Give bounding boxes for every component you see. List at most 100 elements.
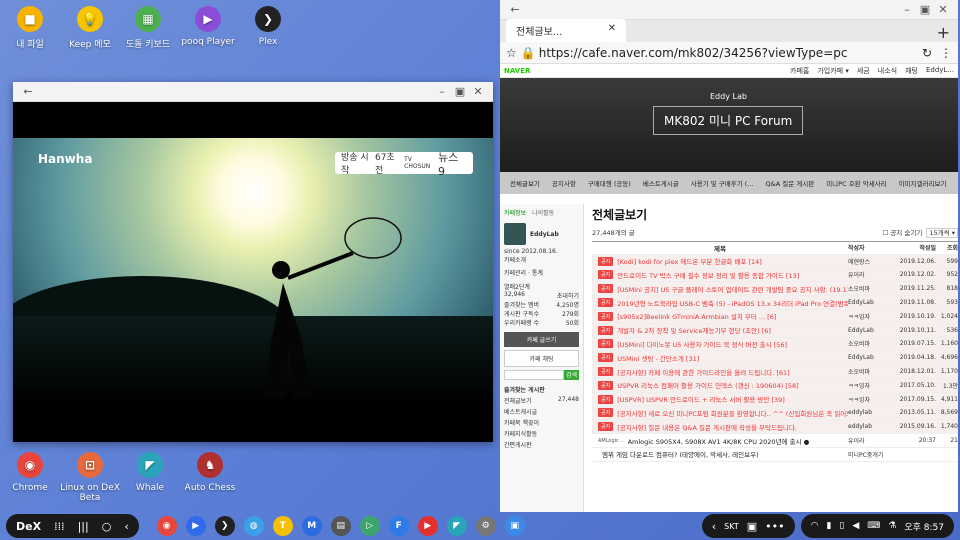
taskbar-app-icon[interactable]: F [388, 516, 409, 536]
table-row[interactable]: AMLogic .. Amlogic S905X4, S908X AV1 4K/8… [592, 434, 958, 448]
volume-icon[interactable]: ◀ [852, 521, 859, 531]
post-author[interactable]: 미니PC중개기 [848, 450, 894, 459]
post-title[interactable]: [공지사항] 카페 이용에 관한 가이드라인을 올려 드립니다. [61] [617, 367, 848, 377]
stats-link[interactable]: 통계 [532, 270, 543, 277]
table-row[interactable]: 공지 [공지사항] 새로 오신 미니PC포럼 회원분들 환영합니다.. ^^ (신… [592, 406, 958, 421]
cafe-menu-item[interactable]: 이미지갤러리보기 [899, 178, 947, 188]
taskbar-app-icon[interactable]: ▷ [359, 516, 380, 536]
post-author[interactable]: eddylab [848, 423, 894, 430]
board-link[interactable]: 전체글보기 27,448 [504, 396, 579, 405]
wifi-icon[interactable]: ◠ [811, 521, 819, 531]
settings-icon[interactable]: ⚗ [888, 521, 896, 531]
write-post-button[interactable]: 카페 글쓰기 [504, 332, 579, 347]
board-link[interactable]: 베스트게시글 [504, 407, 579, 416]
star-icon[interactable]: ☆ [506, 46, 517, 60]
post-title[interactable]: USPVR 리눅스 컴패어 활용 가이드 인덱스 (갱신 : 190604) [… [617, 380, 848, 390]
cafe-menu-item[interactable]: 전체글보기 [510, 178, 540, 188]
post-title[interactable]: [공지사항] 새로 오신 미니PC포럼 회원분들 환영합니다.. ^^ (신입회… [617, 408, 848, 418]
reload-icon[interactable]: ↻ [922, 46, 932, 60]
cafe-menu-item[interactable]: 공지사항 [552, 178, 576, 188]
cafe-chat-button[interactable]: 카페 채팅 [504, 350, 579, 367]
post-title[interactable]: [USMini] 다이노봇 U5 사용자 가이드 북 정식 버전 출시 [56] [617, 339, 848, 349]
table-row[interactable]: 공지 2019년형 노트북라입 USB-C 뱀축 (5) - iPadOS 13.… [592, 296, 958, 310]
close-icon[interactable]: ✕ [934, 3, 952, 16]
notification-icon[interactable]: ▣ [747, 520, 757, 533]
clock[interactable]: 오후 8:57 [904, 520, 944, 533]
taskbar-app-icon[interactable]: T [272, 516, 293, 536]
naver-nav-item[interactable]: 내소식 [878, 66, 897, 76]
new-tab-icon[interactable]: + [929, 23, 958, 42]
cafe-menu-item[interactable]: 사용기 및 구매후기 (... [691, 178, 754, 188]
cafe-menu-item[interactable]: 미니PC 호환 악세사리 [826, 178, 886, 188]
desktop-icon[interactable]: ♞ Auto Chess [170, 452, 250, 493]
search-button[interactable]: 검색 [563, 370, 579, 380]
minimize-icon[interactable]: – [898, 3, 916, 16]
post-author[interactable]: 애현랑스 [848, 257, 894, 266]
close-icon[interactable]: ✕ [469, 85, 487, 98]
post-author[interactable]: 소오비마 [848, 284, 894, 293]
browser-titlebar[interactable]: ← – ▣ ✕ [500, 0, 958, 20]
post-title[interactable]: USMini 셋팅 - 간단소개 [31] [617, 353, 848, 363]
table-row[interactable]: 공지 [s905x2]Beelink GTminiA Armbian 설치 부터 … [592, 309, 958, 324]
tab-cafe-info[interactable]: 카페정보 [504, 208, 526, 217]
cafe-menu-item[interactable]: Q&A 질문 게시판 [766, 178, 815, 188]
cafe-owner[interactable]: EddyLab [530, 231, 559, 238]
table-row[interactable]: 공지 [공지사항] 카페 이용에 관한 가이드라인을 올려 드립니다. [61] 소… [592, 365, 958, 379]
post-title[interactable]: [Kodi] kodi for plex 에드온 부분 한글화 배포 [14] [617, 256, 848, 266]
post-author[interactable]: 소오비마 [848, 339, 894, 348]
table-row[interactable]: 공지 [공지사항] 질문 내용은 Q&A 질문 게시판에 작성을 부탁드립니다. e… [592, 420, 958, 435]
post-author[interactable]: EddyLab [848, 299, 894, 306]
post-author[interactable]: 소오비마 [848, 367, 894, 376]
cafe-manage-link[interactable]: 카페관리 [504, 270, 526, 277]
url-text[interactable]: https://cafe.naver.com/mk802/34256?viewT… [539, 46, 922, 60]
table-row[interactable]: 공지 USMini 셋팅 - 간단소개 [31] EddyLab 2019.04.18… [592, 351, 958, 366]
naver-nav-item[interactable]: 가입카페 ▾ [817, 66, 849, 76]
table-row[interactable]: 공지 개발자 & 2차 장착 및 Service재능기부 현당 (초안) [6] E… [592, 323, 958, 338]
naver-nav-item[interactable]: 세금 [857, 66, 870, 76]
browser-tab[interactable]: 전체글보... ✕ [506, 19, 626, 42]
invite-link[interactable]: 초대하기 [557, 291, 579, 300]
table-row[interactable]: 공지 [USPVR] USPVR 안드로이드 + 리눅스 서버 활용 방안 [39… [592, 392, 958, 407]
post-title[interactable]: 2019년형 노트북라입 USB-C 뱀축 (5) - iPadOS 13.x … [617, 298, 848, 308]
desktop-icon[interactable]: ❯ Plex [228, 6, 308, 47]
taskbar-app-icon[interactable]: ◍ [243, 516, 264, 536]
video-titlebar[interactable]: ← – ▣ ✕ [13, 82, 493, 102]
table-row[interactable]: 공지 안드로이드 TV 박스 구매 필수 정보 정리 및 활용 종합 가이드 [1… [592, 268, 958, 283]
more-icon[interactable]: ••• [765, 520, 784, 533]
post-title[interactable]: 개발자 & 2차 장착 및 Service재능기부 현당 (초안) [6] [617, 325, 848, 335]
back-icon[interactable]: ← [19, 85, 37, 98]
home-icon[interactable]: ○ [102, 520, 112, 533]
post-title[interactable]: 엠뷔 게임 다운로드 컴퓨터? (태양에이, 악세사, 레인보우) [602, 449, 848, 459]
naver-nav-item[interactable]: 채팅 [905, 66, 918, 76]
table-row[interactable]: 공지 [USMini 공지] U5 구글 플레이 스토어 업데이트 관련 개발팀 … [592, 282, 958, 297]
per-page-select[interactable]: 15개씩 ▾ [926, 228, 958, 238]
cafe-intro-link[interactable]: 카페소개 [504, 255, 579, 264]
taskbar-app-icon[interactable]: ⚙ [475, 516, 496, 536]
maximize-icon[interactable]: ▣ [451, 85, 469, 98]
post-author[interactable]: eddylab [848, 409, 894, 416]
taskbar-app-icon[interactable]: ▣ [504, 516, 525, 536]
maximize-icon[interactable]: ▣ [916, 3, 934, 16]
minimize-icon[interactable]: – [433, 85, 451, 98]
avatar[interactable] [504, 223, 526, 245]
post-author[interactable]: EddyLab [848, 354, 894, 361]
recent-apps-icon[interactable]: ||| [78, 520, 89, 533]
back-icon[interactable]: ← [506, 3, 524, 16]
post-author[interactable]: ㅋㅋ잉자 [848, 381, 894, 390]
cafe-menu-item[interactable]: 베스트게시글 [643, 178, 679, 188]
dex-button[interactable]: DeX [16, 520, 41, 533]
taskbar-app-icon[interactable]: ◉ [156, 516, 177, 536]
naver-nav-item[interactable]: EddyL... [926, 66, 954, 76]
board-link[interactable]: 간편게시판 [504, 440, 579, 449]
back-nav-icon[interactable]: ‹ [124, 520, 128, 533]
menu-icon[interactable]: ⋮ [940, 46, 952, 60]
table-row[interactable]: 엠뷔 게임 다운로드 컴퓨터? (태양에이, 악세사, 레인보우) 미니PC중개기 [592, 447, 958, 462]
address-bar[interactable]: ☆ 🔒 https://cafe.naver.com/mk802/34256?v… [500, 42, 958, 64]
search-input[interactable] [504, 370, 564, 380]
board-link[interactable]: 카페북 책꽂이 [504, 418, 579, 427]
post-author[interactable]: 유이라 [848, 436, 894, 445]
video-player[interactable]: Hanwha 방송 시작 67초 전 TV CHOSUN 뉴스 9 [13, 102, 493, 442]
cafe-menu-item[interactable]: 구매대행 (공동) [588, 178, 631, 188]
post-author[interactable]: 유이라 [848, 270, 894, 279]
post-author[interactable]: EddyLab [848, 327, 894, 334]
